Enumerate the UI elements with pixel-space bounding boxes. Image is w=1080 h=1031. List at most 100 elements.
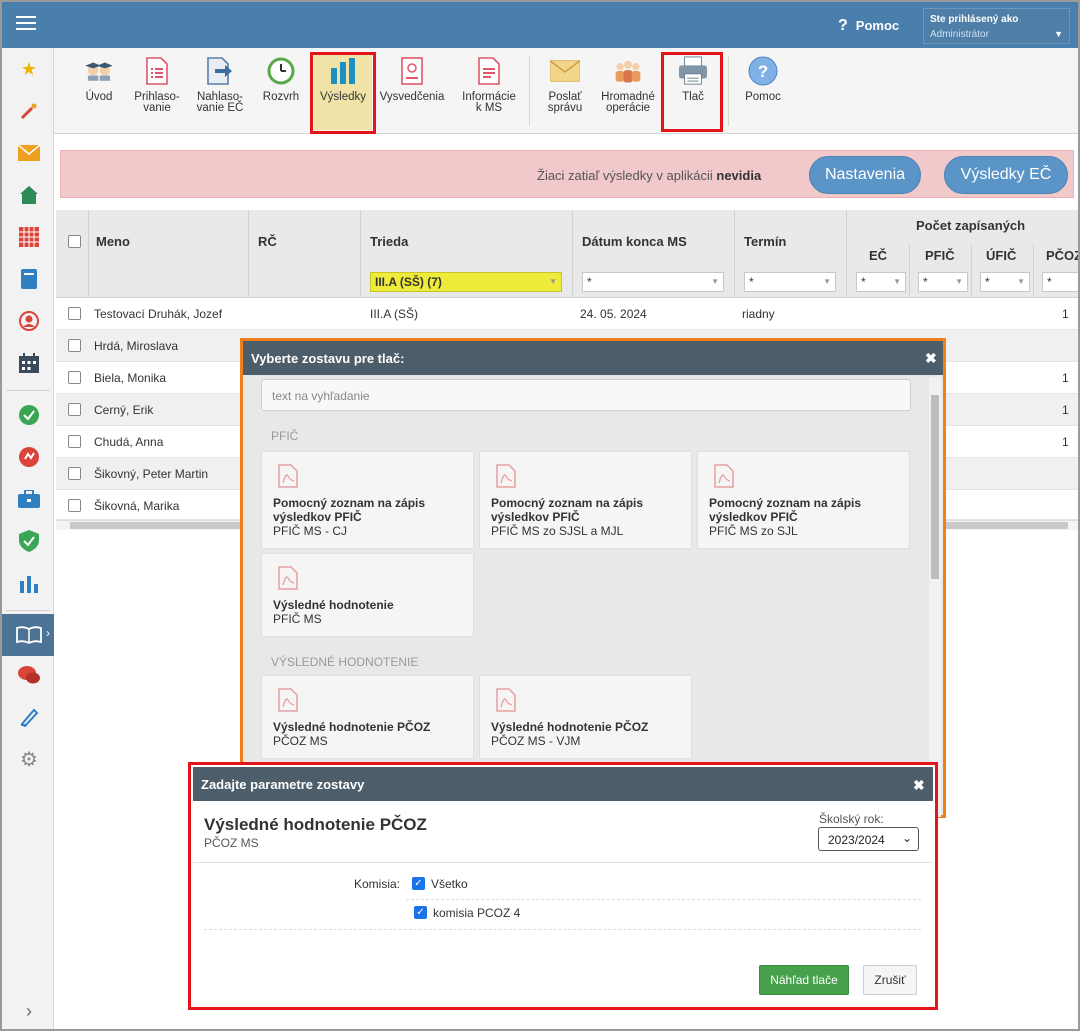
table-row[interactable]: Testovací Druhák, Jozef III.A (SŠ) 24. 0… <box>56 298 1078 330</box>
print-preview-button[interactable]: Náhľad tlače <box>759 965 849 995</box>
chat-icon[interactable] <box>18 664 40 686</box>
report-card[interactable]: Pomocný zoznam na zápis výsledkov PFIČ P… <box>697 451 910 549</box>
toolbar-label: Pomoc <box>745 91 781 103</box>
toolbar-rozvrh-button[interactable]: Rozvrh <box>258 56 304 103</box>
col-trieda[interactable]: Trieda <box>370 234 408 249</box>
help-link[interactable]: ? Pomoc <box>838 17 899 35</box>
vysledky-ec-button[interactable]: Výsledky EČ <box>944 156 1068 194</box>
toolbar-label: k MS <box>475 102 503 114</box>
col-meno[interactable]: Meno <box>96 234 130 249</box>
report-card-sub: PFIČ MS <box>273 612 322 626</box>
school-year-value: 2023/2024 <box>828 833 885 847</box>
col-termin[interactable]: Termín <box>744 234 786 249</box>
filter-pfic[interactable]: * ▼ <box>918 272 968 292</box>
cancel-button[interactable]: Zrušiť <box>863 965 917 995</box>
sidebar-item-exams-active[interactable]: › <box>2 614 54 656</box>
filter-datum-value: * <box>587 275 592 289</box>
col-divider <box>248 210 249 298</box>
checkbox-komisia-4[interactable]: ✓ <box>414 906 427 919</box>
filter-datum[interactable]: * ▼ <box>582 272 724 292</box>
hamburger-menu-icon[interactable] <box>16 16 36 32</box>
shield-icon[interactable] <box>18 530 40 552</box>
schedule-icon[interactable] <box>18 352 40 374</box>
cell-meno: Šikovná, Marika <box>94 499 180 513</box>
magic-wand-icon[interactable] <box>18 100 40 122</box>
cell-meno: Šikovný, Peter Martin <box>94 467 209 481</box>
row-checkbox[interactable] <box>68 371 81 384</box>
col-ec[interactable]: EČ <box>869 248 887 263</box>
params-subheading: PČOZ MS <box>204 836 259 850</box>
vertical-scrollbar[interactable] <box>929 377 941 817</box>
help-icon: ? <box>748 56 778 86</box>
clock-icon <box>266 56 296 86</box>
close-icon[interactable]: ✖ <box>925 350 937 367</box>
row-checkbox[interactable] <box>68 307 81 320</box>
select-all-checkbox[interactable] <box>68 235 81 248</box>
filter-termin[interactable]: * ▼ <box>744 272 836 292</box>
checkbox-vsetko[interactable]: ✓ <box>412 877 425 890</box>
briefcase-icon[interactable] <box>18 488 40 510</box>
toolbar-poslat-spravu-button[interactable]: Poslať správu <box>538 56 592 114</box>
report-card[interactable]: Výsledné hodnotenie PČOZ PČOZ MS <box>261 675 474 759</box>
check-circle-icon[interactable] <box>18 404 40 426</box>
filter-pcoz[interactable]: * <box>1042 272 1078 292</box>
col-datum[interactable]: Dátum konca MS <box>582 234 687 249</box>
toolbar-prihlasovanie-button[interactable]: Prihlaso- vanie <box>132 56 182 114</box>
envelope-icon[interactable] <box>18 142 40 164</box>
expand-sidebar-icon[interactable]: › <box>18 1000 40 1022</box>
row-checkbox[interactable] <box>68 403 81 416</box>
pen-icon[interactable] <box>18 706 40 728</box>
filter-ufic[interactable]: * ▼ <box>980 272 1030 292</box>
toolbar-nahlasovanie-button[interactable]: Nahlaso- vanie EČ <box>192 56 248 114</box>
col-rc[interactable]: RČ <box>258 234 277 249</box>
divider <box>406 899 921 900</box>
scrollbar-thumb[interactable] <box>931 395 939 579</box>
col-divider <box>734 210 735 298</box>
toolbar-vysvedcenia-button[interactable]: Vysvedčenia <box>376 56 448 103</box>
caret-down-icon: ▼ <box>549 277 557 286</box>
cell-meno: Testovací Druhák, Jozef <box>94 307 223 321</box>
filter-ec-value: * <box>861 275 866 289</box>
bar-chart-icon[interactable] <box>18 572 40 594</box>
report-search-input[interactable]: text na vyhľadanie <box>261 379 911 411</box>
report-card[interactable]: Pomocný zoznam na zápis výsledkov PFIČ P… <box>261 451 474 549</box>
star-icon[interactable]: ★ <box>18 58 40 80</box>
toolbar-pomoc-button[interactable]: ? Pomoc <box>738 56 788 103</box>
user-icon[interactable] <box>18 310 40 332</box>
filter-trieda[interactable]: III.A (SŠ) (7) ▼ <box>370 272 562 292</box>
book-icon[interactable] <box>18 268 40 290</box>
report-card-title: Výsledné hodnotenie <box>273 598 394 612</box>
alert-circle-icon[interactable] <box>18 446 40 468</box>
col-pfic[interactable]: PFIČ <box>925 248 955 263</box>
col-divider <box>1033 244 1034 298</box>
close-icon[interactable]: ✖ <box>913 777 925 794</box>
form-icon <box>142 56 172 86</box>
row-checkbox[interactable] <box>68 467 81 480</box>
params-heading: Výsledné hodnotenie PČOZ <box>204 815 427 834</box>
nastavenia-button[interactable]: Nastavenia <box>809 156 921 194</box>
report-card-title: Pomocný zoznam na zápis <box>491 496 644 510</box>
report-card-title: Výsledné hodnotenie PČOZ <box>491 720 649 734</box>
row-checkbox[interactable] <box>68 339 81 352</box>
gear-icon[interactable]: ⚙ <box>18 748 40 771</box>
col-pcoz[interactable]: PČOZ <box>1046 248 1078 263</box>
toolbar-informacie-button[interactable]: Informácie k MS <box>456 56 522 114</box>
filter-ec[interactable]: * ▼ <box>856 272 906 292</box>
row-checkbox[interactable] <box>68 435 81 448</box>
toolbar-label: vanie EČ <box>196 102 244 114</box>
report-card[interactable]: Výsledné hodnotenie PFIČ MS <box>261 553 474 637</box>
school-year-select[interactable]: 2023/2024 ⌄ <box>818 827 919 851</box>
sidebar-divider <box>6 390 50 391</box>
home-icon[interactable] <box>18 184 40 206</box>
toolbar-hromadne-operacie-button[interactable]: Hromadné operácie <box>598 56 658 114</box>
row-checkbox[interactable] <box>68 499 81 512</box>
user-menu[interactable]: Ste prihlásený ako Administrátor ▼ <box>923 8 1070 44</box>
grid-calendar-icon[interactable] <box>18 226 40 248</box>
report-params-dialog: Zadajte parametre zostavy ✖ Výsledné hod… <box>188 762 938 1010</box>
report-card[interactable]: Výsledné hodnotenie PČOZ PČOZ MS - VJM <box>479 675 692 759</box>
report-card[interactable]: Pomocný zoznam na zápis výsledkov PFIČ P… <box>479 451 692 549</box>
col-ufic[interactable]: ÚFIČ <box>986 248 1016 263</box>
banner-text: Žiaci zatiaľ výsledky v aplikácii nevidi… <box>537 168 761 183</box>
toolbar-uvod-button[interactable]: Úvod <box>74 56 124 103</box>
certificate-icon <box>397 56 427 86</box>
